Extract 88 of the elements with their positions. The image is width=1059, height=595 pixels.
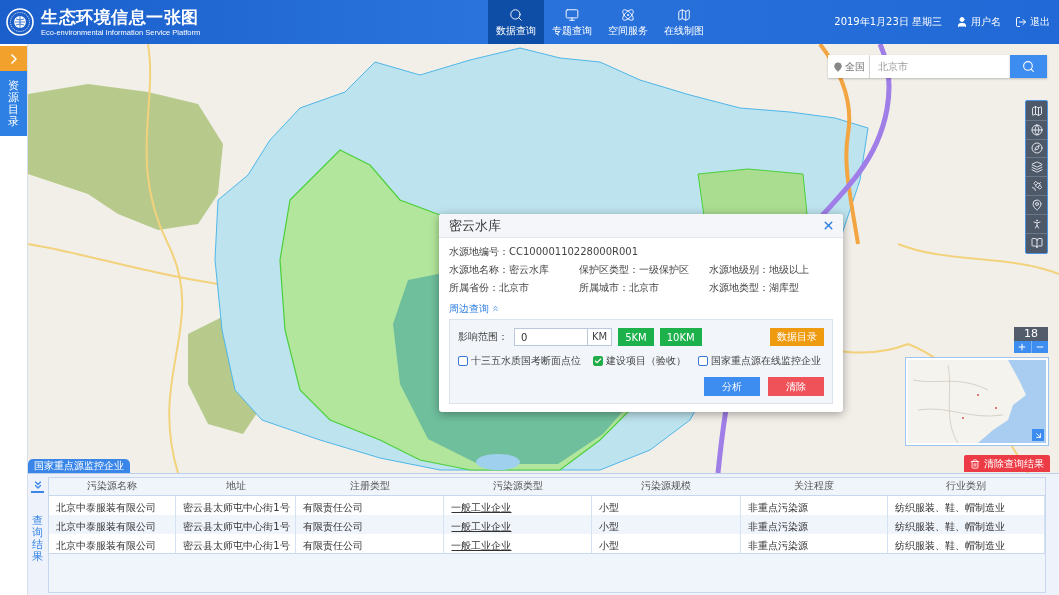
info-text: 所属省份：北京市 (449, 281, 530, 295)
results-label: 查询结果 (32, 515, 43, 564)
logout-icon (1015, 16, 1027, 28)
map-icon (677, 7, 691, 22)
nav-tab[interactable]: 数据查询 (488, 0, 544, 44)
layers-icon (1030, 161, 1043, 174)
search-icon (1022, 60, 1035, 73)
globe-icon (1030, 123, 1043, 136)
table-cell: 纺织服装、鞋、帽制造业 (895, 501, 1006, 513)
table-cell: 北京中泰服装有限公司 (56, 520, 156, 532)
table-link[interactable]: 一般工业企业 (451, 520, 512, 532)
compass-button[interactable] (1026, 139, 1047, 159)
range-preset-button[interactable]: 10KM (659, 328, 702, 346)
nav-tab[interactable]: 在线制图 (656, 0, 712, 44)
table-cell: 纺织服装、鞋、帽制造业 (895, 520, 1006, 532)
result-tab[interactable]: 国家重点源监控企业 (28, 459, 130, 473)
open-book-icon (1030, 236, 1043, 249)
nav-tab[interactable]: 空间服务 (600, 0, 656, 44)
monitor-icon (565, 7, 579, 22)
arrow-icon (1033, 430, 1043, 440)
table-cell: 北京中泰服装有限公司 (56, 501, 156, 513)
popup-title: 密云水库 (449, 216, 501, 235)
range-label: 影响范围： (458, 330, 508, 344)
table-cell: 非重点污染源 (747, 501, 808, 513)
table-cell: 非重点污染源 (747, 539, 808, 551)
map-icon (1030, 104, 1043, 117)
table-cell: 密云县太师屯中心街1号 (183, 520, 290, 532)
date-text: 2019年1月23日 星期三 (834, 15, 942, 29)
satellite-icon (1030, 180, 1043, 193)
column-header: 关注程度 (740, 478, 888, 495)
clear-button[interactable]: 清除 (768, 377, 824, 396)
plus-icon (1017, 342, 1028, 352)
map-pin-icon (832, 61, 843, 72)
layer-checkbox[interactable]: 建设项目（验收） (593, 354, 686, 368)
table-cell: 非重点污染源 (747, 520, 808, 532)
map-pin-icon (1030, 198, 1043, 211)
unit-label: KM (588, 328, 613, 346)
app-title: 生态环境信息一张图 (41, 7, 200, 27)
catalog-tab[interactable]: 资源目录 (0, 71, 27, 136)
range-preset-button[interactable]: 5KM (618, 328, 654, 346)
info-text: 水源地级别：地级以上 (709, 263, 810, 277)
info-text: 水源地类型：湖库型 (709, 281, 800, 295)
search-button[interactable] (1010, 55, 1047, 78)
layer-checkbox[interactable]: 十三五水质国考断面点位 (458, 354, 581, 368)
nearby-query-link[interactable]: 周边查询 (449, 301, 500, 316)
column-header: 污染源名称 (49, 478, 176, 495)
table-cell: 小型 (599, 501, 620, 513)
zoom-level: 18 (1014, 327, 1048, 341)
nav-tab[interactable]: 专题查询 (544, 0, 600, 44)
info-text: 水源地编号：CC10000110228000R001 (449, 245, 640, 259)
region-scope-button[interactable]: 全国 (828, 55, 870, 78)
info-text: 所属城市：北京市 (579, 281, 660, 295)
column-header: 注册类型 (295, 478, 444, 495)
table-cell: 有限责任公司 (302, 501, 363, 513)
sidebar-toggle-button[interactable] (0, 46, 27, 71)
table-cell: 有限责任公司 (302, 520, 363, 532)
table-cell: 密云县太师屯中心街1号 (183, 539, 290, 551)
info-text: 水源地名称：密云水库 (449, 263, 550, 277)
table-cell: 小型 (599, 539, 620, 551)
expand-button[interactable] (1032, 429, 1044, 441)
analyze-button[interactable]: 分析 (704, 377, 760, 396)
layer-checkbox[interactable]: 国家重点源在线监控企业 (698, 354, 821, 368)
clear-results-button[interactable]: 清除查询结果 (964, 455, 1050, 472)
user-button[interactable]: 用户名 (956, 15, 1001, 29)
search-input[interactable]: 北京市 (870, 55, 1010, 78)
collapse-button[interactable] (31, 478, 44, 493)
layers-button[interactable] (1026, 158, 1047, 178)
table-cell: 小型 (599, 520, 620, 532)
table-cell: 北京中泰服装有限公司 (56, 539, 156, 551)
logout-button[interactable]: 退出 (1015, 15, 1050, 29)
user-icon (956, 16, 968, 28)
table-link[interactable]: 一般工业企业 (451, 501, 512, 513)
table-cell: 密云县太师屯中心街1号 (183, 501, 290, 513)
table-cell: 纺织服装、鞋、帽制造业 (895, 539, 1006, 551)
table-cell: 有限责任公司 (302, 539, 363, 551)
column-header: 污染源规模 (591, 478, 741, 495)
compass-icon (1030, 142, 1043, 155)
logo-icon (6, 8, 34, 36)
column-header: 污染源类型 (444, 478, 592, 495)
table-link[interactable]: 一般工业企业 (451, 539, 512, 551)
trash-icon (970, 458, 980, 469)
info-text: 保护区类型：一级保护区 (579, 263, 690, 277)
column-header: 行业类别 (887, 478, 1045, 495)
range-input[interactable]: 0 (514, 328, 588, 346)
column-header: 地址 (175, 478, 296, 495)
atom-icon (621, 7, 635, 22)
search-icon (509, 7, 523, 22)
marker-button[interactable] (1026, 196, 1047, 215)
